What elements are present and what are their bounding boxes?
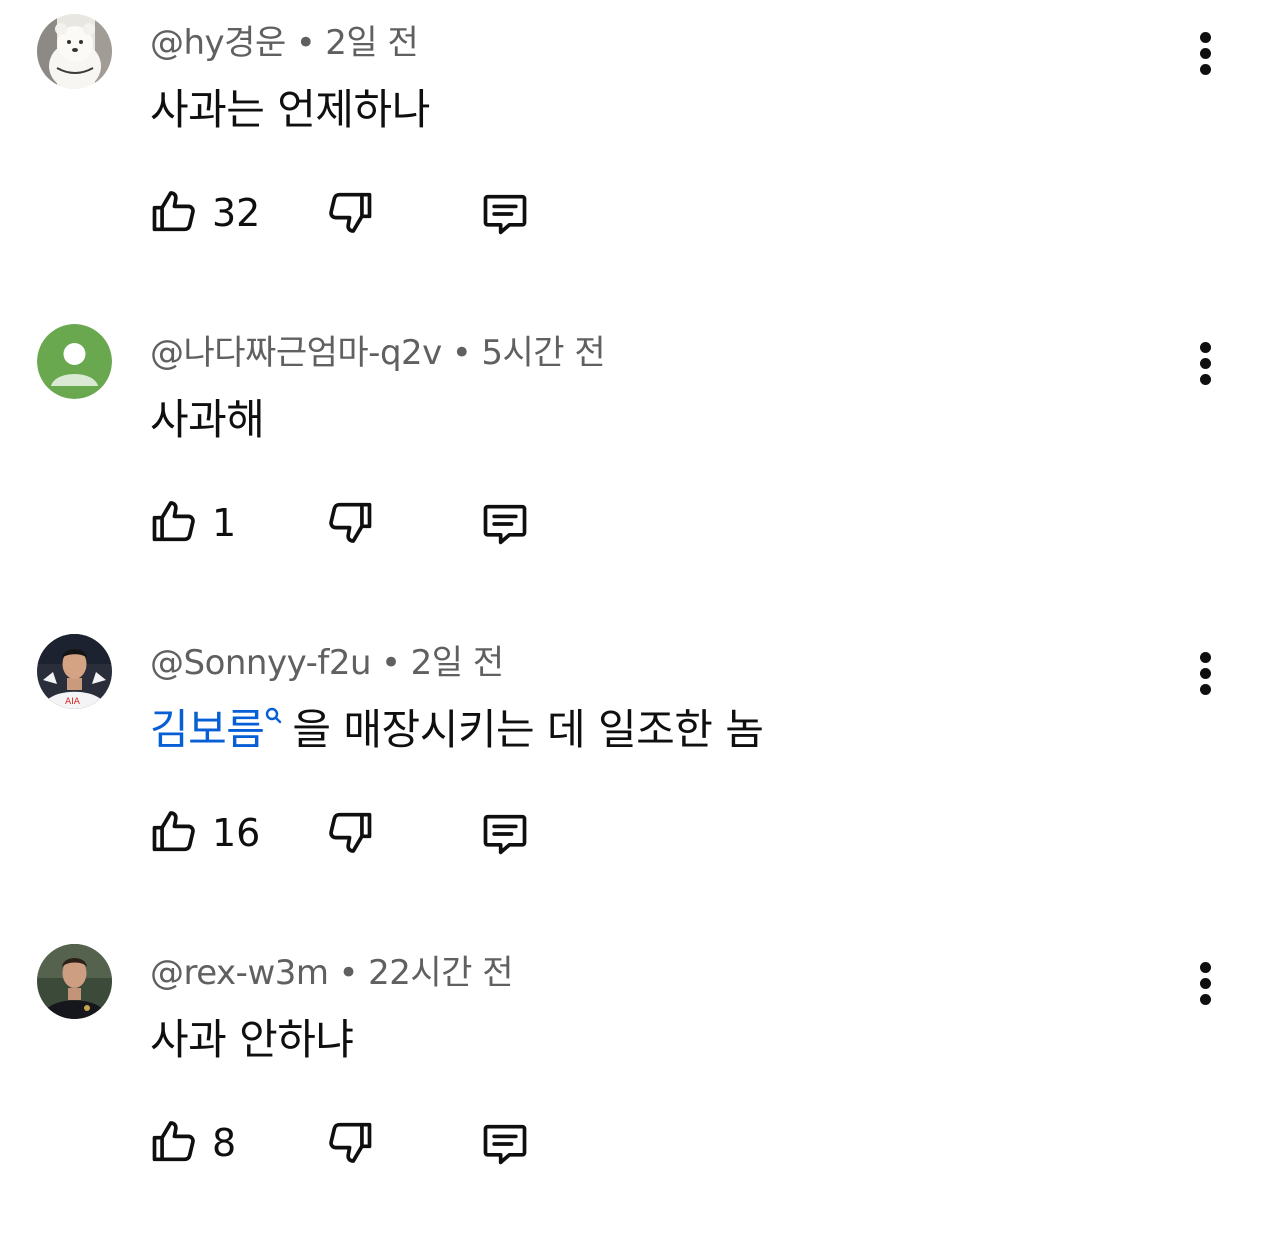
more-options-button[interactable] [1190, 646, 1222, 702]
more-options-button[interactable] [1190, 336, 1222, 392]
comment-text: 사과해 [150, 395, 265, 444]
more-dot [1200, 32, 1211, 43]
author-name[interactable]: @Sonnyy-f2u [150, 643, 372, 683]
reply-button[interactable] [478, 1118, 532, 1174]
separator-dot: • [338, 953, 359, 993]
separator-dot: • [381, 643, 401, 683]
more-dot [1200, 64, 1211, 75]
svg-text:AIA: AIA [65, 697, 81, 707]
more-dot [1200, 374, 1211, 385]
comment-text-rest: 을 매장시키는 데 일조한 놈 [292, 705, 764, 754]
dislike-button[interactable] [324, 186, 376, 242]
avatar[interactable] [37, 14, 112, 89]
more-dot [1200, 684, 1211, 695]
comment-item: AIA @Sonnyy-f2u • 2일 전 김보름 을 매장시키는 데 일조한 놈 … [0, 620, 1280, 930]
reply-comment-icon [483, 194, 527, 235]
more-dot [1200, 668, 1211, 679]
like-count: 8 [212, 1121, 237, 1165]
comment-meta: @나다짜근엄마-q2v • 5시간 전 [150, 330, 606, 376]
search-icon [266, 707, 282, 724]
more-dot [1200, 994, 1211, 1005]
more-dot [1200, 48, 1211, 59]
more-dot [1200, 978, 1211, 989]
comment-age: 5시간 전 [481, 333, 606, 373]
polar-bear-avatar-icon [37, 14, 112, 89]
comment-item: @hy경운 • 2일 전 사과는 언제하나 32 [0, 0, 1280, 310]
more-dot [1200, 962, 1211, 973]
reply-comment-icon [483, 1124, 527, 1165]
comment-text: 사과 안하냐 [150, 1015, 354, 1064]
comment-age: 2일 전 [410, 643, 505, 683]
search-link[interactable]: 김보름 [150, 705, 265, 754]
comment-meta: @hy경운 • 2일 전 [150, 20, 419, 66]
separator-dot: • [451, 333, 472, 373]
reply-button[interactable] [478, 498, 532, 554]
separator-dot: • [295, 23, 316, 63]
reply-button[interactable] [478, 808, 532, 864]
thumbs-down-icon [329, 502, 372, 543]
thumbs-down-icon [329, 812, 372, 853]
more-dot [1200, 342, 1211, 353]
more-options-button[interactable] [1190, 26, 1222, 82]
like-count: 1 [212, 501, 237, 545]
more-options-button[interactable] [1190, 956, 1222, 1012]
comment-meta: @rex-w3m • 22시간 전 [150, 950, 513, 996]
thumbs-up-icon [152, 1121, 195, 1162]
default-user-avatar-icon [37, 324, 112, 399]
footballer-avatar-icon: AIA [37, 634, 112, 709]
avatar[interactable] [37, 944, 112, 1019]
thumbs-up-icon [152, 501, 195, 542]
comment-item: @rex-w3m • 22시간 전 사과 안하냐 8 [0, 930, 1280, 1240]
more-dot [1200, 358, 1211, 369]
comment-item: @나다짜근엄마-q2v • 5시간 전 사과해 1 [0, 310, 1280, 620]
comment-age: 2일 전 [325, 23, 419, 63]
dislike-button[interactable] [324, 806, 376, 862]
avatar[interactable]: AIA [37, 634, 112, 709]
comment-text: 사과는 언제하나 [150, 85, 430, 134]
like-count: 16 [212, 811, 261, 855]
avatar[interactable] [37, 324, 112, 399]
like-count: 32 [212, 191, 261, 235]
comment-age: 22시간 전 [368, 953, 513, 993]
dislike-button[interactable] [324, 1116, 376, 1172]
reply-button[interactable] [478, 188, 532, 244]
comment-meta: @Sonnyy-f2u • 2일 전 [150, 640, 504, 686]
author-name[interactable]: @hy경운 [150, 23, 286, 63]
footballer-dark-avatar-icon [37, 944, 112, 1019]
thumbs-up-icon [152, 811, 195, 852]
reply-comment-icon [483, 814, 527, 855]
comment-text: 김보름 을 매장시키는 데 일조한 놈 [150, 704, 764, 756]
thumbs-down-icon [329, 192, 372, 233]
author-name[interactable]: @rex-w3m [150, 953, 329, 993]
more-dot [1200, 652, 1211, 663]
thumbs-down-icon [329, 1122, 372, 1163]
dislike-button[interactable] [324, 496, 376, 552]
reply-comment-icon [483, 504, 527, 545]
thumbs-up-icon [152, 191, 195, 232]
author-name[interactable]: @나다짜근엄마-q2v [150, 333, 442, 373]
